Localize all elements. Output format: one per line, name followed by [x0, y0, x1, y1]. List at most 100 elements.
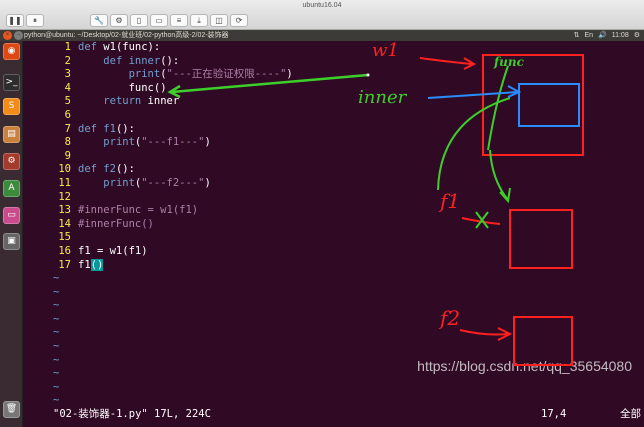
vm-toolbar-button[interactable]: ⏸ [26, 14, 44, 27]
settings-icon[interactable]: ⚙ [3, 153, 20, 170]
empty-line: ~ [53, 381, 644, 395]
code-token: f1 [103, 122, 116, 135]
code-token: "---f2---" [141, 176, 205, 189]
line-number: 13 [58, 204, 71, 217]
vm-toolbar-button[interactable]: ⤓ [190, 14, 208, 27]
tilde-marker: ~ [53, 394, 60, 407]
code-line[interactable]: 4 func() [53, 82, 644, 96]
code-line[interactable]: 5 return inner [53, 95, 644, 109]
line-number: 15 [58, 231, 71, 244]
code-line[interactable]: 14 #innerFunc() [53, 218, 644, 232]
code-text: f1 = w1(f1) [78, 245, 148, 259]
tilde-marker: ~ [53, 312, 60, 325]
code-token: (): [160, 54, 180, 67]
bar-icon[interactable]: ▭ [3, 207, 20, 224]
code-line[interactable]: 7 def f1(): [53, 123, 644, 137]
ubuntu-dash-icon[interactable]: ◉ [3, 43, 20, 60]
code-token: return [103, 95, 142, 108]
code-token: ) [204, 136, 211, 149]
tilde-marker: ~ [53, 380, 60, 393]
terminal-icon[interactable]: >_ [3, 74, 20, 91]
files-icon[interactable]: ▤ [3, 126, 20, 143]
panel-indicator[interactable]: ⚙ [634, 30, 640, 41]
code-token: def [103, 54, 129, 67]
code-text: print("---f2---") [78, 176, 210, 191]
code-text: print("---f1---") [78, 136, 211, 150]
empty-line: ~ [53, 272, 644, 286]
vm-toolbar-button[interactable]: 🔧 [90, 14, 108, 27]
code-line[interactable]: 16 f1 = w1(f1) [53, 245, 644, 259]
code-line[interactable]: 11 print("---f2---") [53, 177, 644, 191]
line-number: 7 [64, 122, 71, 135]
vm-toolbar-button[interactable]: ⟳ [230, 14, 248, 27]
line-number: 1 [64, 41, 71, 53]
line-number: 10 [58, 163, 71, 176]
code-text: def f2(): [78, 163, 135, 177]
code-token: f1 [78, 258, 91, 271]
close-icon[interactable]: × [3, 31, 12, 40]
code-line[interactable]: 15 [53, 231, 644, 245]
code-token: f2 [103, 163, 116, 176]
launcher: ◉ >_ S ▤ ⚙ A ▭ ▣ 🗑 [0, 41, 23, 427]
code-line[interactable]: 13 #innerFunc = w1(f1) [53, 204, 644, 218]
code-line[interactable]: 10 def f2(): [53, 163, 644, 177]
tilde-marker: ~ [53, 353, 60, 366]
code-token: #innerFunc = w1(f1) [78, 204, 199, 217]
watermark: https://blog.csdn.net/qq_35654080 [417, 358, 632, 374]
empty-line: ~ [53, 340, 644, 354]
vm-toolbar-button[interactable]: ▭ [150, 14, 168, 27]
tilde-marker: ~ [53, 326, 60, 339]
vm-toolbar-button[interactable]: ≡ [170, 14, 188, 27]
code-line[interactable]: 9 [53, 150, 644, 164]
vim-editor[interactable]: 1 def w1(func): 2 def inner(): 3 print("---… [53, 41, 644, 408]
panel-indicator[interactable]: 11:08 [612, 30, 629, 41]
code-line[interactable]: 6 [53, 109, 644, 123]
minimize-icon[interactable]: – [14, 31, 23, 40]
empty-line: ~ [53, 313, 644, 327]
empty-line: ~ [53, 394, 644, 408]
line-number: 6 [64, 108, 71, 121]
line-number: 2 [64, 54, 71, 67]
code-token: def [78, 122, 104, 135]
panel-indicator[interactable]: ⇅ [574, 30, 580, 41]
code-token: print [103, 136, 135, 149]
sublime-icon[interactable]: S [3, 98, 20, 115]
code-token: (): [115, 163, 135, 176]
line-number: 14 [58, 217, 71, 230]
vm-toolbar-button[interactable]: ◫ [210, 14, 228, 27]
code-token: f1 = w1(f1) [78, 244, 148, 257]
panel-indicator[interactable]: 🔊 [598, 30, 607, 41]
empty-line: ~ [53, 299, 644, 313]
disk-icon[interactable]: ▣ [3, 233, 20, 250]
line-number: 16 [58, 244, 71, 257]
panel-indicator[interactable]: En [584, 30, 593, 41]
updater-icon[interactable]: A [3, 180, 20, 197]
code-line[interactable]: 2 def inner(): [53, 55, 644, 69]
vm-toolbar-button[interactable]: ⚙ [110, 14, 128, 27]
trash-icon[interactable]: 🗑 [3, 401, 20, 418]
code-line[interactable]: 17 f1() [53, 258, 644, 273]
code-token: (): [115, 122, 135, 135]
vm-toolbar-button[interactable]: ▯ [130, 14, 148, 27]
code-line[interactable]: 8 print("---f1---") [53, 136, 644, 150]
line-number: 8 [64, 136, 71, 149]
code-token: inner [141, 95, 180, 108]
line-number: 5 [64, 95, 71, 108]
code-line[interactable]: 1 def w1(func): [53, 41, 644, 55]
empty-line: ~ [53, 286, 644, 300]
scroll-indicator: 全部 [620, 408, 641, 420]
code-line[interactable]: 3 print("---正在验证权限----") [53, 68, 644, 82]
tilde-marker: ~ [53, 272, 60, 285]
vm-toolbar-button[interactable]: ❚❚ [6, 14, 24, 27]
code-line[interactable]: 12 [53, 191, 644, 205]
window-title: python@ubuntu: ~/Desktop/02-就业班/02-pytho… [24, 32, 229, 39]
code-text: f1() [78, 258, 104, 273]
code-token: ) [160, 81, 167, 94]
ubuntu-top-panel: × – python@ubuntu: ~/Desktop/02-就业班/02-p… [0, 30, 644, 41]
file-info: "02-装饰器-1.py" 17L, 224C [53, 408, 211, 420]
